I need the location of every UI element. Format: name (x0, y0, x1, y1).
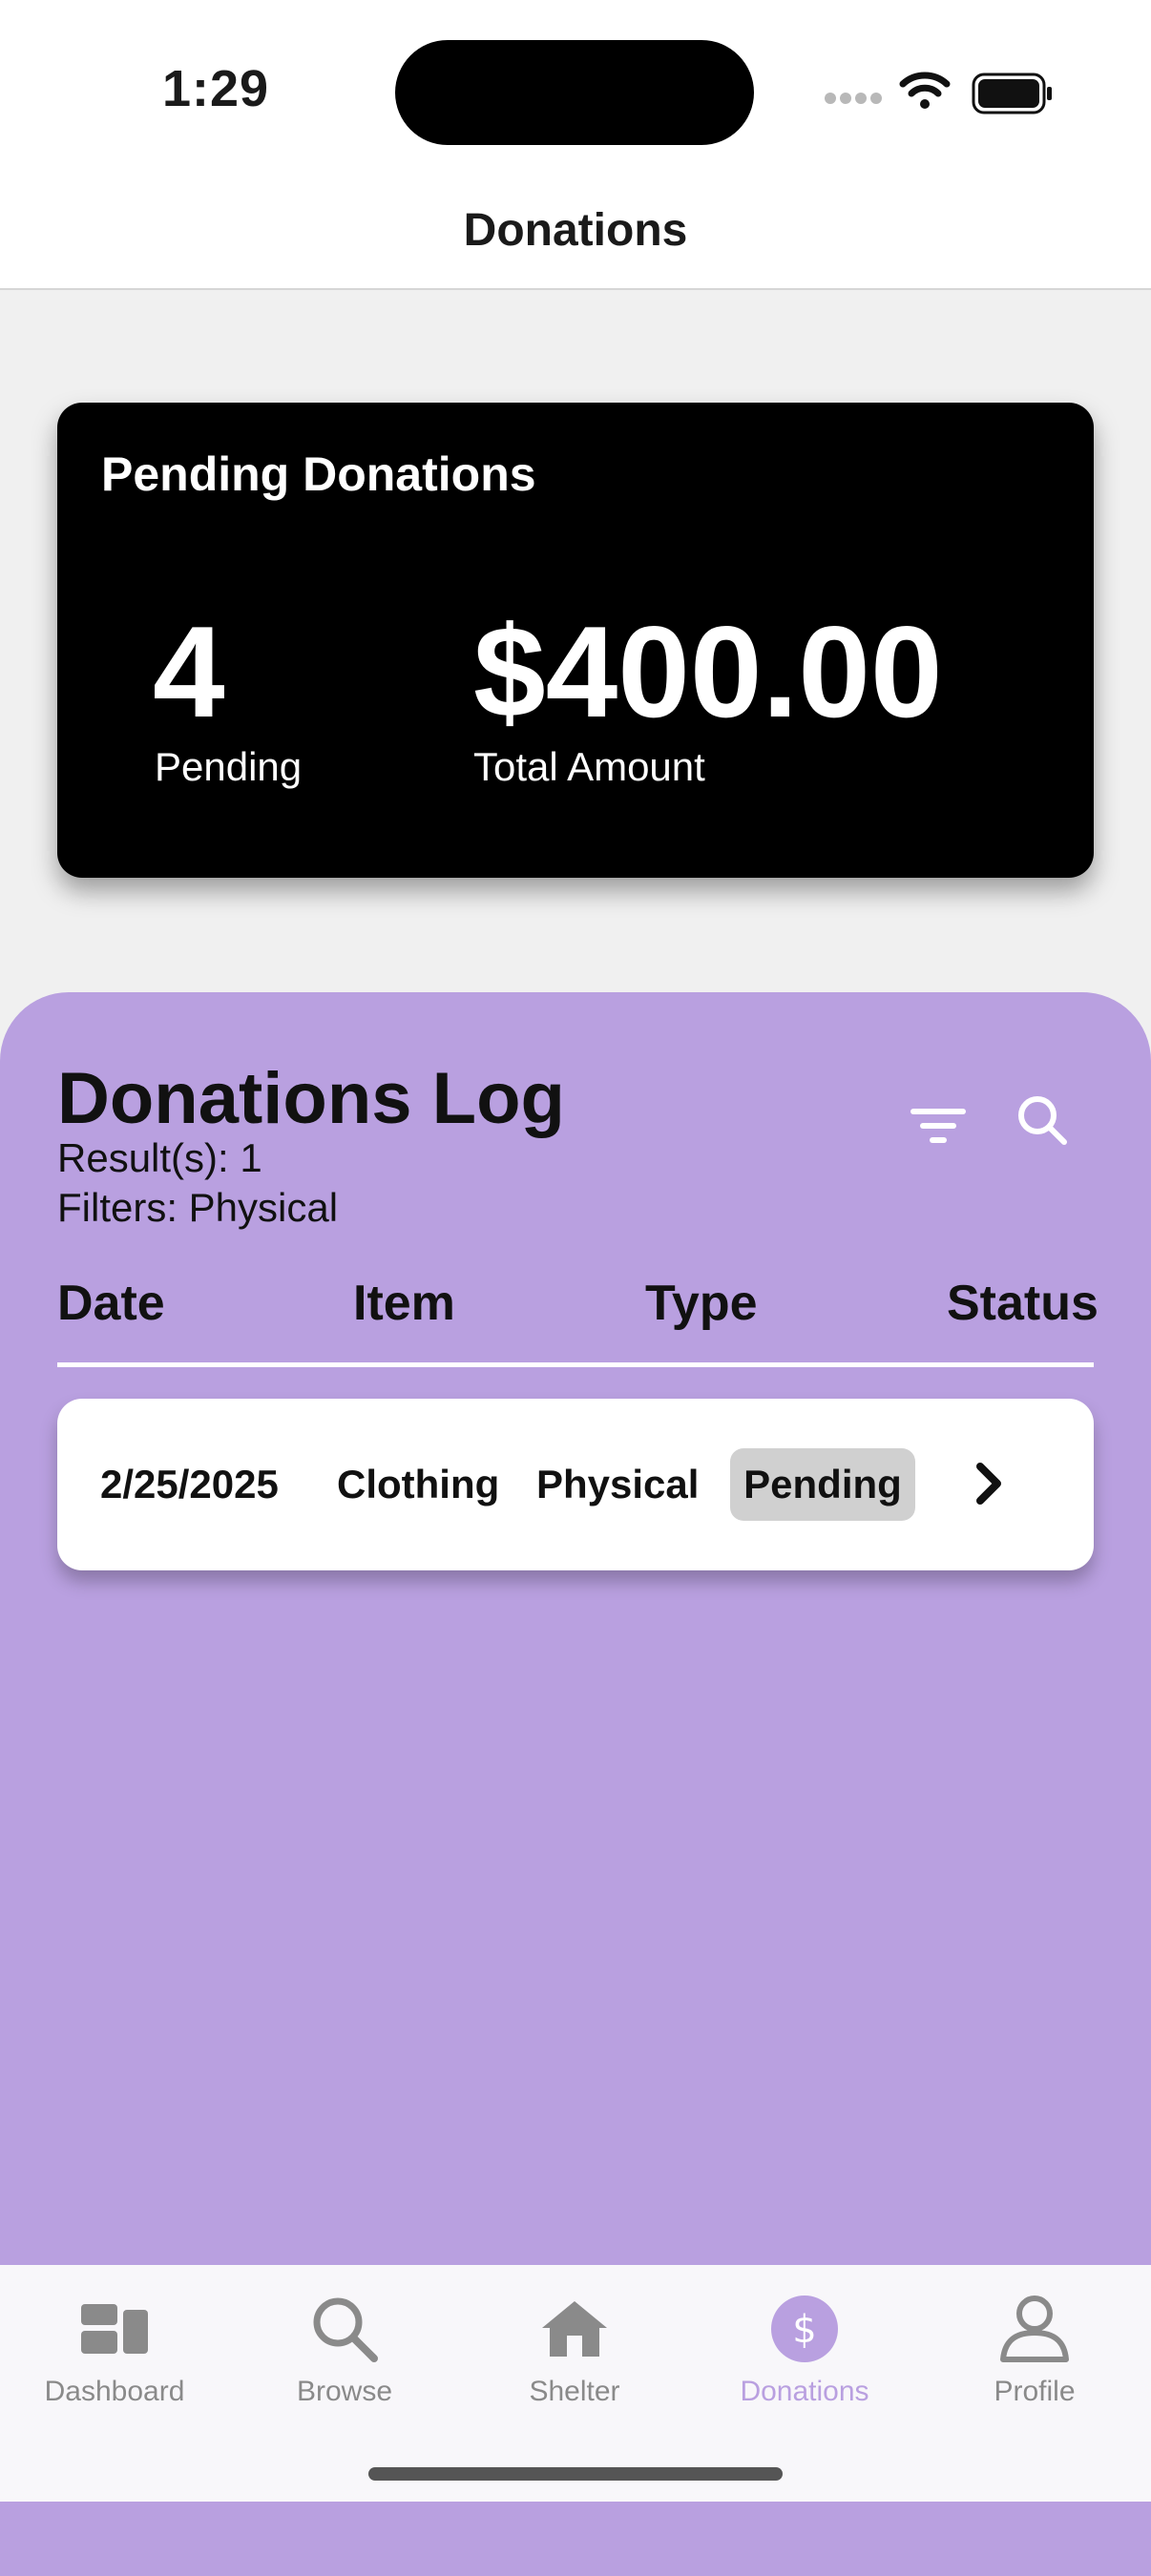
svg-text:$: $ (792, 2308, 816, 2352)
column-header-type[interactable]: Type (645, 1275, 758, 1332)
tab-profile[interactable]: Profile (920, 2265, 1149, 2418)
column-header-date[interactable]: Date (57, 1275, 165, 1332)
tab-label: Dashboard (44, 2376, 185, 2407)
person-icon (1000, 2296, 1069, 2362)
total-amount: $400.00 (473, 599, 943, 744)
pending-donations-card: Pending Donations 4 Pending $400.00 Tota… (57, 403, 1094, 878)
row-date: 2/25/2025 (100, 1462, 279, 1506)
dollar-icon: $ (771, 2296, 838, 2362)
dashboard-icon (81, 2304, 148, 2354)
status-badge-label: Pending (743, 1462, 902, 1506)
active-filters: Filters: Physical (57, 1185, 339, 1230)
tab-dashboard[interactable]: Dashboard (0, 2265, 229, 2418)
tab-label: Shelter (529, 2376, 620, 2407)
filter-icon[interactable] (907, 1097, 970, 1154)
tab-label: Browse (296, 2376, 393, 2407)
header: 1:29 Donations (0, 0, 1151, 290)
chevron-right-icon[interactable] (973, 1460, 1004, 1507)
page-title: Donations (463, 205, 688, 256)
total-amount-label: Total Amount (473, 744, 705, 789)
card-title: Pending Donations (101, 447, 536, 501)
tab-bar: Dashboard Browse Shelter $ Donations Pro… (0, 2265, 1151, 2502)
house-icon (542, 2301, 607, 2357)
header-divider (57, 1362, 1094, 1367)
column-header-item[interactable]: Item (353, 1275, 455, 1332)
tab-donations[interactable]: $ Donations (690, 2265, 919, 2418)
row-item: Clothing (337, 1462, 500, 1506)
home-indicator[interactable] (368, 2467, 783, 2481)
dynamic-island (395, 40, 754, 145)
status-badge: Pending (730, 1448, 915, 1521)
pending-count: 4 (153, 599, 225, 744)
pending-label: Pending (155, 744, 303, 789)
tab-browse[interactable]: Browse (230, 2265, 459, 2418)
tab-shelter[interactable]: Shelter (460, 2265, 689, 2418)
cellular-signal-icon (825, 92, 886, 109)
search-icon (313, 2297, 378, 2362)
wifi-icon (899, 72, 951, 109)
result-count: Result(s): 1 (57, 1135, 262, 1180)
row-type: Physical (536, 1462, 700, 1506)
search-icon[interactable] (1014, 1091, 1071, 1149)
tab-label: Profile (994, 2376, 1076, 2407)
battery-icon (972, 73, 1052, 114)
column-header-status[interactable]: Status (947, 1275, 1099, 1332)
status-time: 1:29 (162, 60, 270, 117)
tab-label: Donations (740, 2376, 869, 2407)
table-row[interactable]: 2/25/2025 Clothing Physical Pending (57, 1399, 1094, 1570)
log-title: Donations Log (57, 1058, 565, 1139)
